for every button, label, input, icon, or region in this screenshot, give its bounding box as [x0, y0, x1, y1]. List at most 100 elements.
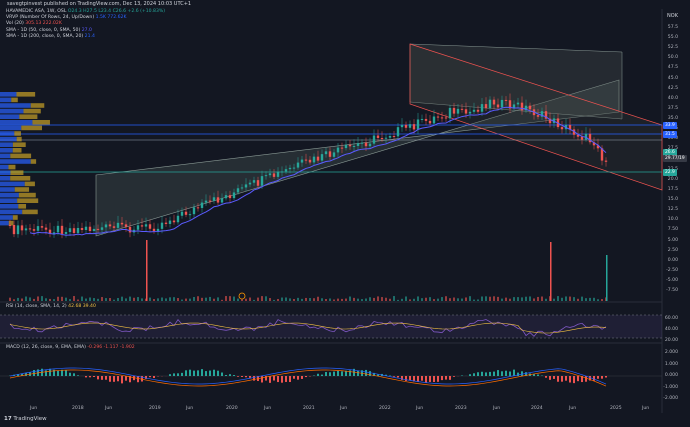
volume-profile-bar [0, 181, 25, 187]
candle [336, 147, 340, 153]
candle [184, 211, 188, 215]
candle [204, 200, 208, 203]
candle [400, 124, 404, 128]
time-tick: Jun [340, 406, 348, 411]
volume-profile-bar [0, 125, 22, 131]
price-tick: 20.0 [667, 176, 678, 182]
candle [376, 135, 380, 138]
candle [392, 136, 396, 138]
volume-profile-bar [0, 153, 11, 159]
candle [200, 202, 204, 208]
time-tick: 2023 [455, 406, 467, 411]
candle [468, 111, 472, 114]
volume-profile-bar [0, 198, 18, 203]
candle [268, 173, 272, 176]
candle [208, 200, 212, 202]
volume-profile-bar [0, 204, 19, 209]
candle [304, 159, 308, 161]
price-tick: 15.0 [667, 197, 678, 203]
candle [136, 225, 140, 230]
rsi-title[interactable]: RSI (14, close, SMA, 14, 2) 42.68 39.40 [6, 304, 96, 309]
candle [332, 152, 336, 157]
volume-profile-bar [0, 97, 12, 103]
volume-profile-bar [0, 187, 15, 192]
price-tick: 37.5 [667, 105, 678, 111]
candle [448, 107, 452, 119]
candle [256, 180, 260, 186]
legend: HAVAMEDIC ASA, 1W, OSL O24.3 H27.5 L23.4… [6, 9, 165, 40]
candle [316, 156, 320, 161]
candle [320, 154, 324, 161]
price-tick: 42.5 [667, 85, 678, 91]
candle [352, 145, 356, 147]
candle [44, 227, 48, 230]
macd-title[interactable]: MACD (12, 26, close, 9, EMA, EMA) -0.296… [6, 345, 135, 350]
footer [0, 413, 690, 427]
candle [16, 225, 20, 235]
price-tag: 22.9 [663, 168, 677, 176]
candle [276, 171, 280, 177]
price-tick: 17.5 [667, 186, 678, 192]
volume-profile-bar [0, 209, 23, 215]
candle [404, 124, 408, 128]
candle [412, 124, 416, 130]
candle [32, 229, 36, 231]
macd-tick: -1.000 [663, 384, 678, 390]
candle [292, 167, 296, 169]
candle [100, 227, 104, 230]
price-tick: 45.0 [667, 75, 678, 81]
candle [192, 207, 196, 215]
tv-icon: 17 [4, 416, 12, 422]
tradingview-logo[interactable]: 17 TradingView [4, 416, 47, 422]
candle [472, 109, 476, 112]
time-tick: Jun [642, 406, 650, 411]
rsi-band [0, 315, 662, 338]
price-tick: 55.0 [667, 35, 678, 41]
candle [396, 127, 400, 137]
candle [168, 220, 172, 224]
candle [156, 228, 160, 232]
candle [8, 225, 12, 226]
candle [356, 143, 360, 146]
time-tick: Jun [493, 406, 501, 411]
price-tick: 52.5 [667, 45, 678, 51]
rsi-tick: 20.00 [664, 338, 678, 343]
candle [428, 120, 432, 124]
candle [344, 144, 348, 149]
candle [436, 116, 440, 118]
candle [340, 147, 344, 149]
volume-profile-bar [0, 148, 13, 153]
candle [152, 228, 156, 232]
macd-signal-line [9, 369, 607, 387]
candle [488, 99, 492, 109]
legend-sma200[interactable]: SMA - 1D (200, close, 0, SMA, 20) 21.4 [6, 34, 165, 40]
time-tick: Jun [105, 406, 113, 411]
time-tick: 2019 [149, 406, 161, 411]
volume-bars [9, 240, 608, 301]
candle [288, 167, 292, 170]
macd-tick: -2.000 [663, 396, 678, 401]
price-tick: 10.0 [667, 217, 678, 223]
price-tag: 29.77/19 [663, 154, 687, 162]
candle [212, 197, 216, 201]
volume-profile-bar [0, 136, 17, 142]
price-tick: 47.5 [667, 65, 678, 71]
candle [480, 104, 484, 112]
price-tick: 57.5 [667, 25, 678, 30]
candle [116, 222, 120, 228]
price-tick: -2.50 [666, 267, 678, 273]
time-tick: Jun [30, 406, 38, 411]
candle [516, 102, 520, 105]
rsi-tick: 40.00 [664, 327, 678, 332]
candle [188, 214, 192, 216]
candle [476, 109, 480, 112]
price-tick: 12.5 [667, 207, 678, 213]
price-tick: 35.0 [667, 116, 678, 122]
candle [528, 105, 532, 110]
event-marker [238, 292, 246, 300]
currency-label: NOK [667, 13, 678, 19]
time-tick: 2020 [226, 406, 238, 411]
candle [248, 182, 252, 185]
chart-canvas[interactable] [0, 0, 690, 427]
candle [224, 195, 228, 199]
